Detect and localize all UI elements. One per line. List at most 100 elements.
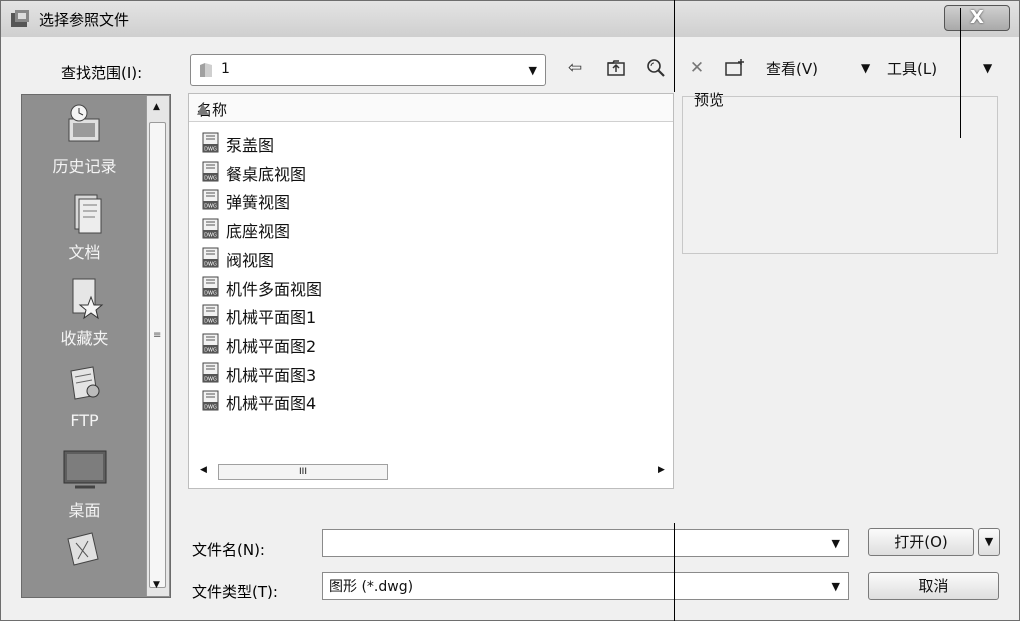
view-menu-arrow-icon[interactable]: ▼: [861, 61, 870, 75]
dwg-file-icon: DWG: [202, 218, 219, 239]
open-button[interactable]: 打开(O): [868, 528, 974, 556]
hscrollbar-thumb[interactable]: III: [218, 464, 388, 480]
svg-text:DWG: DWG: [204, 405, 217, 411]
preview-label: 预览: [694, 91, 725, 109]
file-name: 泵盖图: [226, 136, 275, 155]
list-item[interactable]: DWG 餐桌底视图: [201, 158, 561, 186]
dwg-file-icon: DWG: [202, 276, 219, 296]
file-list-hscrollbar[interactable]: ◀ III ▶: [190, 460, 672, 484]
list-item[interactable]: DWG 机件多面视图: [201, 273, 561, 301]
sidebar-item-label: 历史记录: [52, 157, 117, 176]
preview-pane: [682, 96, 998, 254]
chevron-down-icon[interactable]: ▼: [832, 580, 840, 593]
dwg-file-icon: DWG: [202, 189, 219, 210]
ftp-icon: [69, 366, 99, 400]
sidebar-item-label: FTP: [70, 411, 99, 430]
list-item[interactable]: DWG 阀视图: [201, 244, 561, 272]
tools-menu-arrow-icon[interactable]: ▼: [983, 61, 992, 75]
sidebar-item-desktop[interactable]: 桌面: [22, 447, 147, 521]
filename-input[interactable]: ▼: [322, 529, 849, 557]
scroll-right-icon[interactable]: ▶: [658, 465, 665, 475]
title-bar[interactable]: 选择参照文件 X: [1, 1, 1019, 37]
annotation-line: [960, 8, 961, 138]
chevron-down-icon[interactable]: ▼: [832, 537, 840, 550]
svg-text:DWG: DWG: [204, 147, 217, 153]
svg-text:DWG: DWG: [204, 204, 217, 210]
documents-icon: [74, 194, 101, 234]
list-item[interactable]: DWG 弹簧视图: [201, 186, 561, 214]
file-name: 餐桌底视图: [226, 164, 307, 184]
sidebar-scrollbar-thumb[interactable]: ≡: [149, 122, 166, 588]
list-item[interactable]: DWG 泵盖图: [201, 129, 561, 157]
desktop-icon: [63, 450, 106, 489]
new-folder-icon[interactable]: [723, 56, 747, 80]
sidebar-item-documents[interactable]: 文档: [22, 191, 147, 263]
sidebar-item-label: 文档: [68, 243, 101, 262]
filename-label: 文件名(N):: [192, 541, 265, 559]
scroll-grip-icon: ≡: [153, 330, 162, 341]
view-menu[interactable]: 查看(V): [766, 58, 818, 79]
app-icon: [11, 10, 29, 27]
file-name: 机械平面图1: [226, 308, 317, 328]
scroll-up-icon[interactable]: ▲: [153, 102, 160, 112]
dwg-file-icon: DWG: [202, 161, 219, 182]
up-folder-icon[interactable]: [604, 56, 628, 80]
dwg-file-icon: DWG: [202, 247, 219, 268]
sort-arrow-icon: ▲: [197, 99, 209, 117]
folder-icon: [200, 63, 212, 77]
lookin-combobox[interactable]: 1 ▼: [190, 54, 546, 86]
scroll-left-icon[interactable]: ◀: [200, 465, 207, 475]
cancel-button[interactable]: 取消: [868, 572, 999, 600]
annotation-line: [674, 0, 675, 92]
favorites-icon: [72, 278, 103, 320]
svg-text:DWG: DWG: [204, 290, 217, 296]
file-list[interactable]: 名称 ▲ DWG 泵盖图 DWG 餐桌底视图 DWG 弹簧视图 DWG 底座视图 DWG 阀视图 D…: [188, 93, 674, 489]
column-header-name[interactable]: 名称 ▲: [189, 94, 673, 122]
back-icon[interactable]: ⇦: [563, 56, 587, 80]
svg-text:DWG: DWG: [204, 319, 217, 325]
scroll-grip: III: [299, 467, 307, 477]
file-name: 阀视图: [226, 250, 275, 270]
scroll-down-icon[interactable]: ▼: [153, 580, 160, 590]
file-name: 弹簧视图: [226, 193, 291, 213]
dwg-file-icon: DWG: [202, 362, 219, 383]
dwg-file-icon: DWG: [202, 304, 219, 325]
svg-text:DWG: DWG: [204, 376, 217, 382]
filetype-label: 文件类型(T):: [192, 583, 278, 601]
list-item[interactable]: DWG 机械平面图4: [201, 387, 561, 415]
svg-text:DWG: DWG: [204, 233, 217, 239]
sidebar-item-favorites[interactable]: 收藏夹: [22, 275, 147, 349]
buzzsaw-icon[interactable]: [62, 529, 106, 569]
list-item[interactable]: DWG 底座视图: [201, 215, 561, 243]
svg-text:DWG: DWG: [204, 347, 217, 353]
close-button[interactable]: X: [944, 5, 1010, 31]
search-web-icon[interactable]: [644, 56, 668, 80]
select-reference-file-dialog: 选择参照文件 X 查找范围(I): 1 ▼ ⇦ ✕ 查看(V) ▼ 工具(L) …: [0, 0, 1020, 621]
sidebar-scrollbar[interactable]: ▲ ≡ ▼: [146, 96, 169, 596]
svg-text:DWG: DWG: [204, 261, 217, 267]
sidebar-item-history[interactable]: 历史记录: [22, 103, 147, 177]
file-name: 机械平面图3: [226, 365, 317, 385]
dwg-file-icon: DWG: [202, 333, 219, 354]
svg-text:DWG: DWG: [204, 175, 217, 181]
lookin-value: 1: [221, 61, 230, 77]
chevron-down-icon: ▼: [984, 535, 994, 548]
filetype-select[interactable]: 图形 (*.dwg) ▼: [322, 572, 849, 600]
sidebar-item-label: 收藏夹: [60, 329, 109, 348]
close-icon: X: [970, 7, 984, 28]
open-options-button[interactable]: ▼: [978, 528, 1000, 556]
chevron-down-icon[interactable]: ▼: [529, 64, 537, 77]
list-item[interactable]: DWG 机械平面图2: [201, 330, 561, 358]
sidebar-item-ftp[interactable]: FTP: [22, 361, 147, 430]
file-name: 机械平面图4: [226, 394, 317, 414]
delete-icon[interactable]: ✕: [685, 56, 709, 80]
tools-menu[interactable]: 工具(L): [887, 58, 937, 79]
file-name: 底座视图: [226, 222, 291, 242]
list-item[interactable]: DWG 机械平面图1: [201, 301, 561, 329]
file-name: 机械平面图2: [226, 336, 317, 356]
list-item[interactable]: DWG 机械平面图3: [201, 359, 561, 387]
sidebar-item-label: 桌面: [68, 501, 101, 520]
window-title: 选择参照文件: [39, 11, 130, 29]
history-icon: [68, 104, 99, 142]
annotation-line: [674, 523, 675, 621]
